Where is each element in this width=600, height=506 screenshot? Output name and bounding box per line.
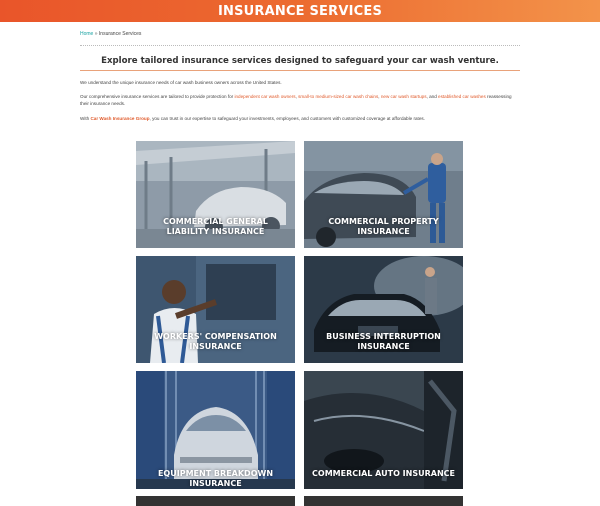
service-card-commercial-property[interactable]: COMMERCIAL PROPERTY INSURANCE bbox=[304, 141, 463, 248]
card-label-line-1: COMMERCIAL AUTO INSURANCE bbox=[312, 469, 455, 478]
services-grid: COMMERCIAL GENERAL LIABILITY INSURANCE C… bbox=[0, 0, 600, 506]
card-label-line-1: WORKERS' COMPENSATION bbox=[154, 332, 277, 341]
card-label-line-1: COMMERCIAL PROPERTY bbox=[328, 217, 439, 226]
service-card-equipment-breakdown[interactable]: EQUIPMENT BREAKDOWN INSURANCE bbox=[136, 371, 295, 489]
card-label: COMMERCIAL AUTO INSURANCE bbox=[304, 469, 463, 479]
service-card-partial-right[interactable] bbox=[304, 496, 463, 506]
card-label-line-1: BUSINESS INTERRUPTION bbox=[326, 332, 441, 341]
card-label: EQUIPMENT BREAKDOWN INSURANCE bbox=[136, 469, 295, 489]
card-label-line-2: INSURANCE bbox=[189, 342, 242, 351]
card-label: COMMERCIAL GENERAL LIABILITY INSURANCE bbox=[136, 217, 295, 237]
card-label-line-1: COMMERCIAL GENERAL bbox=[163, 217, 268, 226]
service-card-business-interruption[interactable]: BUSINESS INTERRUPTION INSURANCE bbox=[304, 256, 463, 363]
card-label: BUSINESS INTERRUPTION INSURANCE bbox=[304, 332, 463, 352]
service-card-commercial-auto[interactable]: COMMERCIAL AUTO INSURANCE bbox=[304, 371, 463, 489]
service-card-partial-left[interactable] bbox=[136, 496, 295, 506]
service-card-workers-compensation[interactable]: WORKERS' COMPENSATION INSURANCE bbox=[136, 256, 295, 363]
card-label-line-2: INSURANCE bbox=[357, 342, 410, 351]
card-label: COMMERCIAL PROPERTY INSURANCE bbox=[304, 217, 463, 237]
card-label-line-2: INSURANCE bbox=[357, 227, 410, 236]
card-label-line-1: EQUIPMENT BREAKDOWN INSURANCE bbox=[157, 469, 274, 488]
card-label-line-2: LIABILITY INSURANCE bbox=[166, 227, 265, 236]
service-card-general-liability[interactable]: COMMERCIAL GENERAL LIABILITY INSURANCE bbox=[136, 141, 295, 248]
card-label: WORKERS' COMPENSATION INSURANCE bbox=[136, 332, 295, 352]
